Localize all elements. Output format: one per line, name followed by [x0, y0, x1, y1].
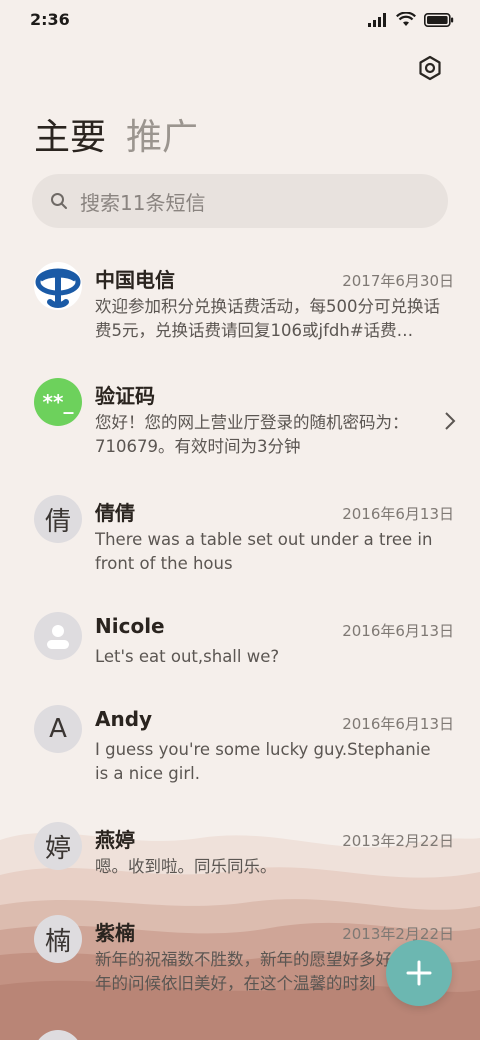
search-icon	[51, 193, 67, 209]
chevron-right-icon[interactable]	[442, 410, 458, 432]
contact-avatar: 婷	[34, 822, 82, 870]
message-preview: I guess you're some lucky guy.Stephanie …	[95, 740, 431, 783]
search-bar[interactable]: 搜索11条短信	[32, 174, 448, 228]
contact-avatar	[34, 1030, 82, 1040]
status-bar: 2:36	[0, 0, 480, 40]
new-message-button[interactable]	[386, 940, 452, 1006]
plus-icon	[406, 960, 432, 986]
message-date: 2016年6月13日	[342, 622, 454, 640]
tab-promotions[interactable]: 推广	[126, 108, 198, 160]
contact-name: 验证码	[95, 384, 155, 408]
message-date: 2016年6月13日	[342, 505, 454, 523]
contact-name: 倩倩	[95, 501, 135, 525]
tab-bar: 主要 推广	[34, 108, 198, 160]
message-date: 2016年6月13日	[342, 715, 454, 733]
telecom-logo-avatar	[34, 262, 82, 310]
message-date: 2013年2月22日	[342, 925, 454, 943]
message-date: 2017年6月30日	[342, 272, 454, 290]
verification-code-avatar: **_	[34, 378, 82, 426]
conversation-item[interactable]: 倩 倩倩 2016年6月13日 There was a table set ou…	[0, 485, 480, 595]
contact-avatar: 倩	[34, 495, 82, 543]
contact-avatar: A	[34, 705, 82, 753]
conversation-item[interactable]: 婷 燕婷 2013年2月22日 嗯。收到啦。同乐同乐。	[0, 812, 480, 902]
contact-name: Nicole	[95, 614, 165, 638]
search-placeholder: 搜索11条短信	[80, 190, 206, 215]
conversation-item[interactable]: 中国电信 2017年6月30日 欢迎参加积分兑换话费活动，每500分可兑换话费5…	[0, 252, 480, 362]
telecom-logo-icon	[35, 268, 81, 308]
message-preview: 您好！您的网上营业厅登录的随机密码为：710679。有效时间为3分钟	[95, 413, 409, 456]
conversation-item[interactable]	[0, 1022, 480, 1040]
message-preview: Let's eat out,shall we?	[95, 647, 280, 666]
contact-avatar	[34, 612, 82, 660]
contact-name: Andy	[95, 707, 153, 731]
message-preview: 欢迎参加积分兑换话费活动，每500分可兑换话费5元，兑换话费请回复106或jfd…	[95, 297, 440, 340]
battery-icon	[424, 12, 454, 27]
conversation-item[interactable]: Nicole 2016年6月13日 Let's eat out,shall we…	[0, 602, 480, 692]
message-preview: There was a table set out under a tree i…	[95, 530, 433, 573]
wifi-icon	[396, 12, 416, 26]
conversation-item[interactable]: A Andy 2016年6月13日 I guess you're some lu…	[0, 695, 480, 805]
conversation-item[interactable]: **_ 验证码 您好！您的网上营业厅登录的随机密码为：710679。有效时间为3…	[0, 368, 480, 478]
message-preview: 嗯。收到啦。同乐同乐。	[95, 857, 277, 876]
person-icon	[47, 625, 69, 649]
tab-primary[interactable]: 主要	[34, 108, 106, 160]
message-date: 2013年2月22日	[342, 832, 454, 850]
status-icons	[368, 12, 454, 27]
signal-icon	[368, 12, 386, 27]
contact-name: 中国电信	[95, 268, 175, 292]
status-time: 2:36	[30, 10, 70, 29]
contact-name: 燕婷	[95, 828, 135, 852]
contact-name: 紫楠	[95, 921, 135, 945]
settings-icon[interactable]	[416, 54, 444, 82]
contact-avatar: 楠	[34, 915, 82, 963]
